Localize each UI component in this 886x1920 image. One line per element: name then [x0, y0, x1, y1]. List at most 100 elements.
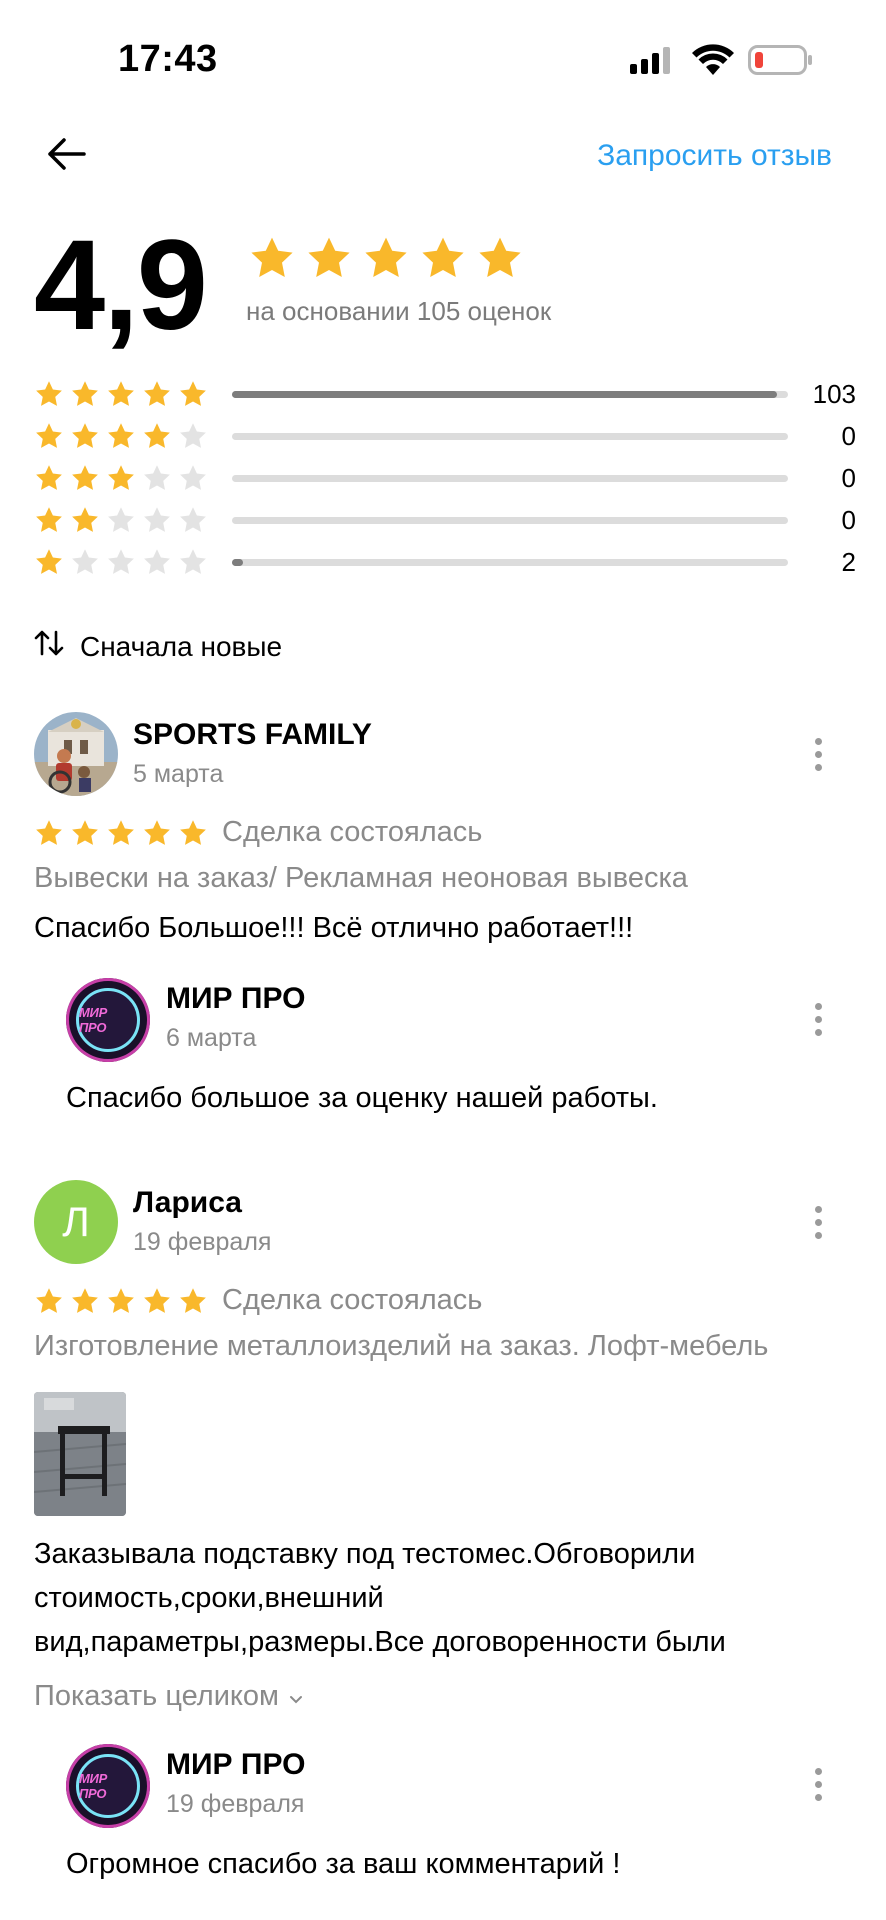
- star-filled-icon: [70, 421, 100, 451]
- reply-text: Спасибо большое за оценку нашей работы.: [66, 1082, 658, 1114]
- star-filled-icon: [362, 234, 410, 282]
- sort-icon: [34, 628, 64, 665]
- star-filled-icon: [34, 463, 64, 493]
- star-empty-icon: [70, 547, 100, 577]
- star-filled-icon: [142, 379, 172, 409]
- reviewer-avatar: [34, 712, 118, 796]
- distribution-count: 0: [841, 462, 856, 493]
- star-filled-icon: [178, 1286, 208, 1316]
- star-empty-icon: [142, 463, 172, 493]
- chevron-down-icon: [289, 1680, 303, 1713]
- star-filled-icon: [70, 463, 100, 493]
- reply-date: 6 марта: [166, 1024, 257, 1052]
- reviewer-avatar: Л: [34, 1180, 118, 1264]
- distribution-stars: [34, 463, 228, 493]
- seller-logo: МИР ПРО: [66, 1744, 150, 1828]
- rating-caption: на основании 105 оценок: [246, 296, 552, 326]
- star-filled-icon: [106, 463, 136, 493]
- review-text: Заказывала подставку под тестомес.Обгово…: [34, 1532, 726, 1664]
- distribution-row: 0: [34, 416, 856, 456]
- review-category: Вывески на заказ/ Рекламная неоновая выв…: [34, 862, 688, 894]
- distribution-bar: [232, 391, 788, 398]
- star-filled-icon: [106, 421, 136, 451]
- star-empty-icon: [142, 505, 172, 535]
- review-rating: Сделка состоялась: [34, 1284, 482, 1317]
- seller-name[interactable]: МИР ПРО: [166, 982, 305, 1016]
- star-empty-icon: [106, 505, 136, 535]
- star-filled-icon: [34, 547, 64, 577]
- rating-score: 4,9: [34, 214, 208, 357]
- show-more-button[interactable]: Показать целиком: [34, 1680, 303, 1713]
- review-text-line: Заказывала подставку под тестомес.Обгово…: [34, 1538, 696, 1570]
- star-filled-icon: [106, 818, 136, 848]
- reply-header: МИР ПРО 6 марта: [166, 982, 305, 1053]
- distribution-bar-fill: [232, 391, 777, 398]
- seller-logo: МИР ПРО: [66, 978, 150, 1062]
- star-filled-icon: [142, 818, 172, 848]
- back-arrow-icon[interactable]: [44, 132, 88, 176]
- star-filled-icon: [70, 505, 100, 535]
- star-empty-icon: [106, 547, 136, 577]
- more-options-icon[interactable]: [815, 738, 823, 771]
- distribution-row: 2: [34, 542, 856, 582]
- review-header: Лариса 19 февраля: [133, 1186, 271, 1257]
- star-filled-icon: [34, 818, 64, 848]
- star-empty-icon: [178, 505, 208, 535]
- star-filled-icon: [34, 1286, 64, 1316]
- distribution-bar: [232, 433, 788, 440]
- more-options-icon[interactable]: [815, 1768, 823, 1801]
- review-text-line: вид,параметры,размеры.Все договоренности…: [34, 1626, 726, 1658]
- star-filled-icon: [142, 1286, 172, 1316]
- star-filled-icon: [106, 1286, 136, 1316]
- distribution-bar: [232, 475, 788, 482]
- wifi-icon: [692, 44, 734, 81]
- distribution-count: 0: [841, 504, 856, 535]
- distribution-bar: [232, 517, 788, 524]
- review-text-line: стоимость,сроки,внешний: [34, 1582, 384, 1614]
- review-text: Спасибо Большое!!! Всё отлично работает!…: [34, 912, 634, 944]
- star-empty-icon: [178, 547, 208, 577]
- seller-name[interactable]: МИР ПРО: [166, 1748, 305, 1782]
- distribution-row: 0: [34, 458, 856, 498]
- distribution-stars: [34, 547, 228, 577]
- request-review-link[interactable]: Запросить отзыв: [597, 139, 832, 173]
- reply-text: Огромное спасибо за ваш комментарий !: [66, 1848, 621, 1880]
- status-time: 17:43: [118, 38, 218, 80]
- more-options-icon[interactable]: [815, 1003, 823, 1036]
- distribution-row: 0: [34, 500, 856, 540]
- sort-control[interactable]: Сначала новые: [34, 628, 282, 665]
- summary-stars: [248, 234, 524, 282]
- reviewer-name[interactable]: Лариса: [133, 1186, 271, 1220]
- distribution-stars: [34, 421, 228, 451]
- more-options-icon[interactable]: [815, 1206, 823, 1239]
- sort-label: Сначала новые: [80, 630, 283, 662]
- star-filled-icon: [106, 379, 136, 409]
- star-filled-icon: [34, 421, 64, 451]
- review-header: SPORTS FAMILY 5 марта: [133, 718, 372, 789]
- star-filled-icon: [248, 234, 296, 282]
- star-filled-icon: [178, 818, 208, 848]
- reply-header: МИР ПРО 19 февраля: [166, 1748, 305, 1819]
- star-filled-icon: [305, 234, 353, 282]
- review-stars: [34, 1286, 208, 1316]
- distribution-bar-fill: [232, 559, 244, 566]
- distribution-count: 2: [841, 546, 856, 577]
- distribution-stars: [34, 379, 228, 409]
- star-empty-icon: [178, 463, 208, 493]
- star-filled-icon: [70, 818, 100, 848]
- star-empty-icon: [178, 421, 208, 451]
- distribution-bar: [232, 559, 788, 566]
- review-photo[interactable]: [34, 1392, 126, 1516]
- distribution-stars: [34, 505, 228, 535]
- star-filled-icon: [142, 421, 172, 451]
- distribution-count: 0: [841, 420, 856, 451]
- deal-status: Сделка состоялась: [222, 816, 483, 848]
- reply-date: 19 февраля: [166, 1790, 305, 1818]
- star-filled-icon: [476, 234, 524, 282]
- star-empty-icon: [142, 547, 172, 577]
- reviewer-name[interactable]: SPORTS FAMILY: [133, 718, 372, 752]
- review-rating: Сделка состоялась: [34, 816, 482, 849]
- star-filled-icon: [70, 379, 100, 409]
- distribution-row: 103: [34, 374, 856, 414]
- show-more-label: Показать целиком: [34, 1680, 279, 1712]
